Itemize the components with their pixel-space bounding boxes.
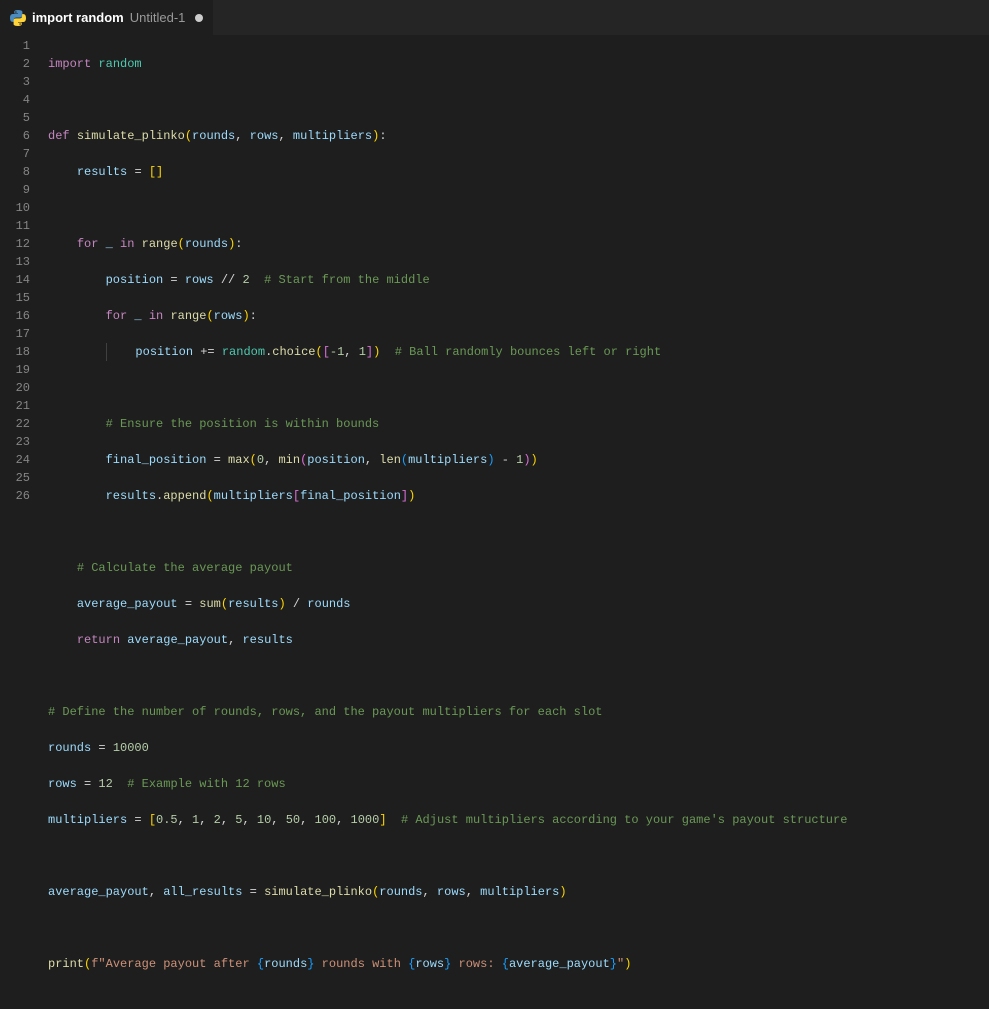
line-number: 17 bbox=[0, 325, 30, 343]
line-number: 15 bbox=[0, 289, 30, 307]
line-number: 3 bbox=[0, 73, 30, 91]
line-number: 20 bbox=[0, 379, 30, 397]
editor-tab[interactable]: import random Untitled-1 bbox=[0, 0, 214, 35]
line-number: 12 bbox=[0, 235, 30, 253]
tab-bar: import random Untitled-1 bbox=[0, 0, 989, 35]
tab-subtitle: Untitled-1 bbox=[130, 10, 186, 25]
line-number: 10 bbox=[0, 199, 30, 217]
line-number: 23 bbox=[0, 433, 30, 451]
line-number: 9 bbox=[0, 181, 30, 199]
code-area[interactable]: import random def simulate_plinko(rounds… bbox=[48, 37, 989, 506]
line-number: 19 bbox=[0, 361, 30, 379]
line-number: 13 bbox=[0, 253, 30, 271]
line-number: 24 bbox=[0, 451, 30, 469]
line-number: 2 bbox=[0, 55, 30, 73]
line-number: 26 bbox=[0, 487, 30, 505]
dirty-indicator-icon[interactable] bbox=[195, 14, 203, 22]
line-number: 18 bbox=[0, 343, 30, 361]
line-number: 21 bbox=[0, 397, 30, 415]
code-editor[interactable]: 1234567891011121314151617181920212223242… bbox=[0, 35, 989, 506]
python-icon bbox=[10, 10, 26, 26]
line-number: 4 bbox=[0, 91, 30, 109]
line-number: 6 bbox=[0, 127, 30, 145]
line-number: 25 bbox=[0, 469, 30, 487]
line-number-gutter: 1234567891011121314151617181920212223242… bbox=[0, 37, 48, 506]
line-number: 1 bbox=[0, 37, 30, 55]
line-number: 5 bbox=[0, 109, 30, 127]
line-number: 7 bbox=[0, 145, 30, 163]
line-number: 14 bbox=[0, 271, 30, 289]
tab-title: import random bbox=[32, 10, 124, 25]
line-number: 16 bbox=[0, 307, 30, 325]
line-number: 8 bbox=[0, 163, 30, 181]
line-number: 22 bbox=[0, 415, 30, 433]
line-number: 11 bbox=[0, 217, 30, 235]
